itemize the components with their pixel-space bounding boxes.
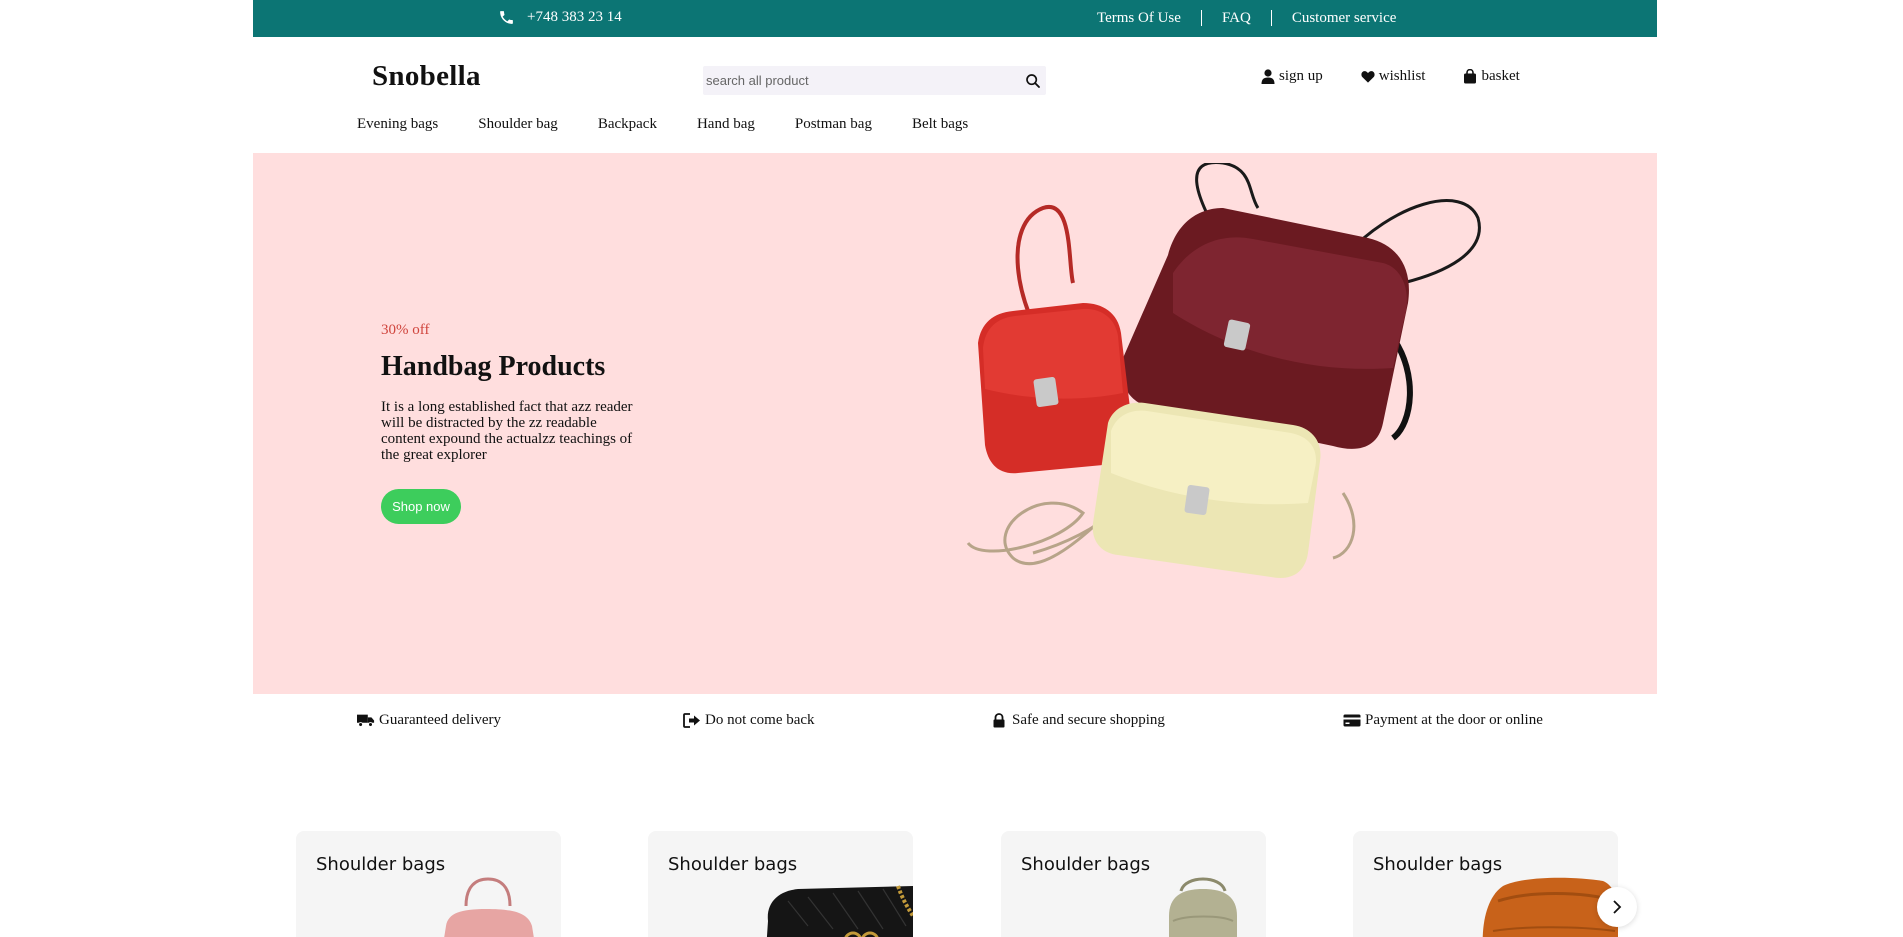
nav-shoulder-bag[interactable]: Shoulder bag [478,116,558,133]
nav-belt-bags[interactable]: Belt bags [912,116,968,133]
return-icon [683,713,700,728]
sign-up-label: sign up [1279,68,1323,84]
category-card[interactable]: Shoulder bags [1353,831,1618,937]
nav-hand-bag[interactable]: Hand bag [697,116,755,133]
search-icon [1026,74,1040,88]
page: +748 383 23 14 Terms Of Use FAQ Customer… [253,0,1657,937]
phone-icon [500,11,513,24]
feature-label: Do not come back [705,712,815,728]
shop-now-button[interactable]: Shop now [381,489,461,524]
category-title: Shoulder bags [668,854,798,875]
wishlist-label: wishlist [1378,68,1426,84]
terms-link[interactable]: Terms Of Use [1097,9,1181,27]
nav-postman-bag[interactable]: Postman bag [795,116,872,133]
phone-contact[interactable]: +748 383 23 14 [498,9,622,26]
search-bar [703,66,1046,95]
nav-backpack[interactable]: Backpack [598,116,657,133]
divider [1270,10,1272,26]
search-input[interactable] [703,66,1003,95]
hero-title: Handbag Products [381,351,606,382]
top-bar: +748 383 23 14 Terms Of Use FAQ Customer… [253,0,1657,37]
credit-card-icon [1343,714,1361,727]
handbags-image [966,163,1481,578]
category-card[interactable]: Shoulder bags [1001,831,1266,937]
category-title: Shoulder bags [316,854,446,875]
feature-return: Do not come back [683,712,815,729]
basket-button[interactable]: basket [1463,68,1520,85]
hero-discount: 30% off [381,322,430,338]
wishlist-button[interactable]: wishlist [1361,68,1426,85]
category-card[interactable]: Shoulder bags [648,831,913,937]
basket-label: basket [1481,68,1520,84]
feature-secure: Safe and secure shopping [990,712,1165,729]
faq-link[interactable]: FAQ [1222,9,1251,27]
customer-service-link[interactable]: Customer service [1292,9,1397,27]
sign-up-button[interactable]: sign up [1261,68,1323,85]
search-button[interactable] [1022,70,1044,92]
feature-label: Safe and secure shopping [1012,712,1165,728]
heart-icon [1361,71,1375,83]
nav-evening-bags[interactable]: Evening bags [357,116,438,133]
features-bar: Guaranteed delivery Do not come back Saf… [253,712,1657,732]
bag-icon [1464,69,1477,84]
chevron-right-icon [1613,900,1622,914]
carousel-next-button[interactable] [1597,887,1637,927]
phone-number: +748 383 23 14 [527,9,622,25]
top-links: Terms Of Use FAQ Customer service [1097,9,1396,27]
hero-banner: 30% off Handbag Products It is a long es… [253,153,1657,694]
user-icon [1261,69,1275,84]
feature-delivery: Guaranteed delivery [357,712,501,729]
feature-label: Guaranteed delivery [379,712,502,728]
truck-icon [357,714,375,727]
category-title: Shoulder bags [1373,854,1503,875]
user-actions: sign up wishlist basket [1261,68,1520,85]
hero-description: It is a long established fact that azz r… [381,399,633,463]
divider [1200,10,1202,26]
pink-handbag-image [444,877,534,937]
category-title: Shoulder bags [1021,854,1151,875]
feature-payment: Payment at the door or online [1343,712,1543,729]
feature-label: Payment at the door or online [1365,712,1543,728]
lock-icon [993,713,1005,728]
orange-bag-image [1482,877,1618,937]
black-chain-bag-image [766,885,913,937]
logo[interactable]: Snobella [372,60,481,93]
category-nav: Evening bags Shoulder bag Backpack Hand … [357,116,968,133]
category-card[interactable]: Shoulder bags [296,831,561,937]
backpack-image [1169,877,1237,937]
